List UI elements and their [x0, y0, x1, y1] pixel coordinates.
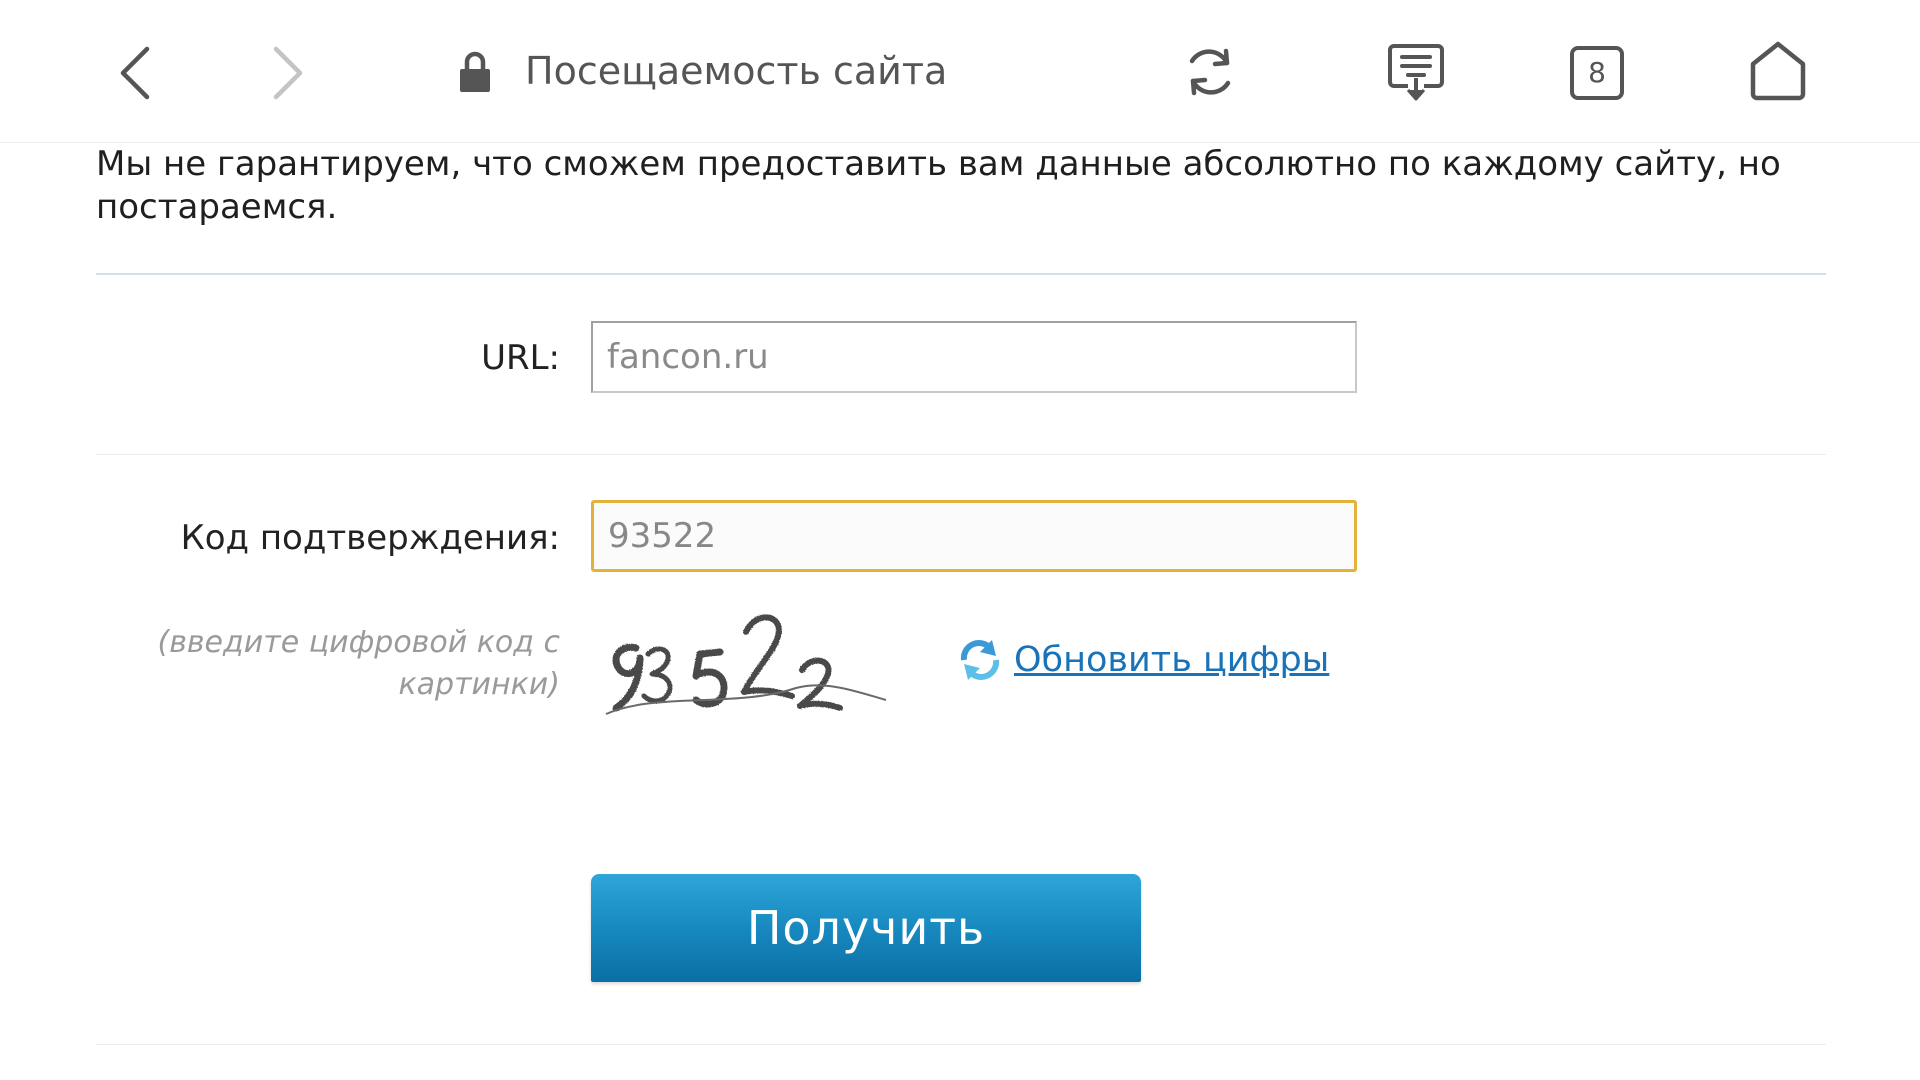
forward-button[interactable] — [263, 38, 313, 108]
lock-icon — [460, 51, 490, 92]
refresh-captcha-button[interactable]: Обновить цифры — [958, 638, 1329, 682]
url-field[interactable] — [591, 321, 1357, 393]
reload-button[interactable] — [1182, 42, 1238, 102]
secure-indicator[interactable] — [455, 48, 495, 96]
tabs-button[interactable]: 8 — [1568, 44, 1626, 102]
chevron-left-icon — [120, 46, 150, 100]
page-title[interactable]: Посещаемость сайта — [525, 45, 947, 97]
divider — [96, 454, 1826, 455]
home-icon — [1750, 41, 1806, 101]
intro-text: Мы не гарантируем, что сможем предостави… — [96, 144, 1781, 227]
captcha-image — [605, 614, 887, 715]
browser-toolbar: Посещаемость сайта 8 — [0, 0, 1920, 143]
verification-code-field[interactable] — [591, 500, 1357, 572]
back-button[interactable] — [110, 38, 160, 108]
divider — [96, 273, 1826, 275]
chevron-right-icon — [273, 46, 303, 100]
reload-icon — [1189, 48, 1231, 96]
reader-mode-button[interactable] — [1385, 42, 1447, 104]
tab-count: 8 — [1588, 56, 1606, 89]
refresh-digits-link[interactable]: Обновить цифры — [1014, 638, 1329, 682]
code-hint: (введите цифровой код с картинки) — [157, 625, 560, 702]
refresh-digits-icon — [960, 640, 1000, 680]
divider — [96, 1044, 1826, 1045]
get-button[interactable]: Получить — [591, 874, 1141, 982]
url-label: URL: — [481, 338, 560, 378]
reader-mode-icon — [1388, 44, 1444, 101]
home-button[interactable] — [1748, 40, 1808, 102]
code-label: Код подтверждения: — [180, 518, 560, 558]
